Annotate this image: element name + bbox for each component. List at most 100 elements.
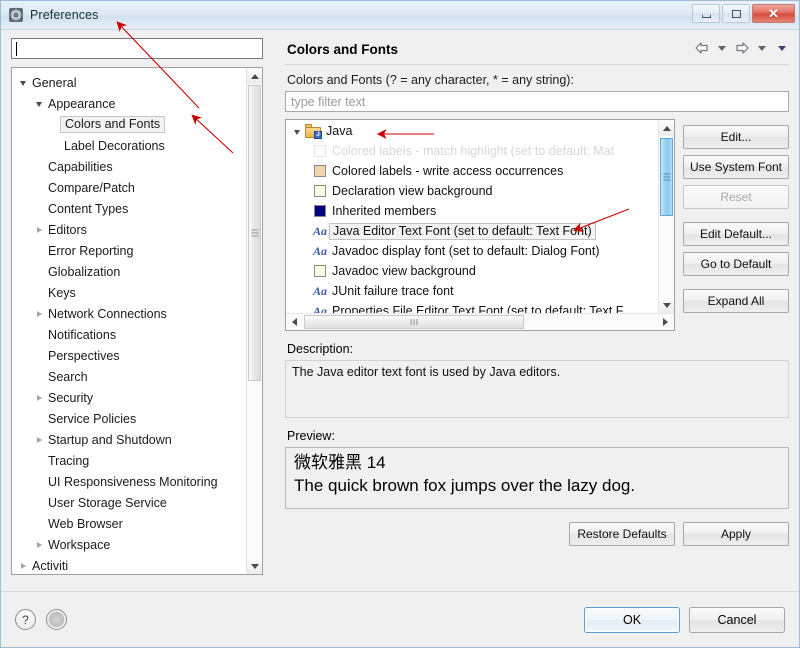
go-to-default-button[interactable]: Go to Default — [683, 252, 789, 276]
preferences-tree[interactable]: General Appearance Colors and Fonts Label D… — [12, 68, 246, 574]
tree-item-security[interactable]: Security — [12, 387, 246, 408]
tree-item-label: Label Decorations — [64, 138, 165, 153]
chevron-down-icon[interactable] — [16, 79, 30, 86]
edit-button[interactable]: Edit... — [683, 125, 789, 149]
restore-defaults-button[interactable]: Restore Defaults — [569, 522, 675, 546]
tree-item-search[interactable]: Search — [12, 366, 246, 387]
tree-item-workspace[interactable]: Workspace — [12, 534, 246, 555]
chevron-right-icon[interactable] — [32, 310, 46, 317]
tree-item-colors-and-fonts[interactable]: Colors and Fonts — [12, 114, 246, 135]
color-swatch — [314, 265, 326, 277]
chevron-right-icon[interactable] — [32, 541, 46, 548]
tree-item-service-policies[interactable]: Service Policies — [12, 408, 246, 429]
tree-item-ui-responsiveness-monitoring[interactable]: UI Responsiveness Monitoring — [12, 471, 246, 492]
help-question-icon[interactable]: ? — [15, 609, 36, 630]
chevron-right-icon[interactable] — [16, 562, 30, 569]
arrow-down-icon — [251, 563, 259, 569]
list-item[interactable]: Inherited members — [286, 201, 658, 221]
tree-item-label: Search — [48, 369, 88, 384]
tree-item-label: Content Types — [48, 201, 129, 216]
cancel-button[interactable]: Cancel — [689, 606, 785, 633]
tree-vertical-scrollbar[interactable] — [246, 68, 262, 574]
forward-arrow-icon[interactable] — [733, 39, 751, 57]
list-scroll-left-button[interactable] — [286, 314, 302, 330]
tree-item-label: Web Browser — [48, 516, 123, 531]
tree-item-label-decorations[interactable]: Label Decorations — [12, 135, 246, 156]
chevron-down-icon[interactable] — [291, 128, 303, 135]
tree-item-network-connections[interactable]: Network Connections — [12, 303, 246, 324]
chevron-down-icon[interactable] — [32, 100, 46, 107]
tree-item-label: Appearance — [48, 96, 116, 111]
tree-item-label: Network Connections — [48, 306, 167, 321]
list-item[interactable]: Colored labels - match highlight (set to… — [286, 141, 658, 161]
tree-item-label: Service Policies — [48, 411, 137, 426]
list-item[interactable]: Aa JUnit failure trace font — [286, 281, 658, 301]
maximize-button[interactable] — [722, 4, 750, 23]
window-title: Preferences — [30, 8, 99, 22]
type-filter-input[interactable]: type filter text — [285, 91, 789, 112]
tree-item-user-storage-service[interactable]: User Storage Service — [12, 492, 246, 513]
tree-item-editors[interactable]: Editors — [12, 219, 246, 240]
colors-and-fonts-list[interactable]: J Java Colored labels - match highlight (s… — [286, 120, 658, 313]
view-menu-chevron-icon[interactable] — [773, 39, 791, 57]
chevron-right-icon[interactable] — [32, 226, 46, 233]
list-scroll-down-button[interactable] — [659, 297, 674, 313]
expand-all-button[interactable]: Expand All — [683, 289, 789, 313]
back-dropdown-chevron-icon[interactable] — [713, 39, 731, 57]
window-controls: ✕ — [692, 4, 795, 23]
tree-item-compare-patch[interactable]: Compare/Patch — [12, 177, 246, 198]
font-aa-icon: Aa — [312, 244, 327, 258]
apply-button[interactable]: Apply — [683, 522, 789, 546]
navigation-toolbar — [693, 39, 791, 57]
list-hscrollbar-thumb[interactable] — [304, 315, 524, 329]
tree-item-content-types[interactable]: Content Types — [12, 198, 246, 219]
tree-scroll-up-button[interactable] — [247, 68, 262, 84]
list-item-label: Declaration view background — [332, 184, 493, 198]
tree-item-keys[interactable]: Keys — [12, 282, 246, 303]
tree-scrollbar-thumb[interactable] — [248, 85, 261, 381]
tree-item-globalization[interactable]: Globalization — [12, 261, 246, 282]
list-item[interactable]: Aa Javadoc display font (set to default: … — [286, 241, 658, 261]
list-item[interactable]: J Java — [286, 121, 658, 141]
chevron-right-icon[interactable] — [32, 394, 46, 401]
title-bar: Preferences ✕ — [1, 1, 799, 30]
tree-item-notifications[interactable]: Notifications — [12, 324, 246, 345]
list-item[interactable]: Colored labels - write access occurrence… — [286, 161, 658, 181]
minimize-button[interactable] — [692, 4, 720, 23]
chevron-right-icon[interactable] — [32, 436, 46, 443]
list-item[interactable]: Declaration view background — [286, 181, 658, 201]
tree-item-web-browser[interactable]: Web Browser — [12, 513, 246, 534]
list-item[interactable]: Javadoc view background — [286, 261, 658, 281]
use-system-font-button[interactable]: Use System Font — [683, 155, 789, 179]
back-arrow-icon[interactable] — [693, 39, 711, 57]
forward-dropdown-chevron-icon[interactable] — [753, 39, 771, 57]
tree-item-label: Colors and Fonts — [60, 116, 166, 133]
tree-item-appearance[interactable]: Appearance — [12, 93, 246, 114]
tree-item-tracing[interactable]: Tracing — [12, 450, 246, 471]
edit-default-button[interactable]: Edit Default... — [683, 222, 789, 246]
tree-item-startup-and-shutdown[interactable]: Startup and Shutdown — [12, 429, 246, 450]
tree-item-error-reporting[interactable]: Error Reporting — [12, 240, 246, 261]
tree-item-perspectives[interactable]: Perspectives — [12, 345, 246, 366]
list-scroll-up-button[interactable] — [659, 120, 674, 136]
tree-item-label: General — [32, 75, 77, 90]
ok-button[interactable]: OK — [584, 606, 680, 633]
list-scrollbar-thumb[interactable] — [660, 138, 673, 216]
list-item-label: Java — [326, 124, 353, 138]
tree-item-activiti[interactable]: Activiti — [12, 555, 246, 574]
description-label: Description: — [287, 342, 353, 356]
tree-item-capabilities[interactable]: Capabilities — [12, 156, 246, 177]
preferences-search-input[interactable] — [11, 38, 263, 59]
list-horizontal-scrollbar[interactable] — [286, 313, 674, 330]
tree-scroll-down-button[interactable] — [247, 558, 262, 574]
list-scroll-right-button[interactable] — [657, 314, 673, 330]
gear-record-icon[interactable] — [46, 609, 67, 630]
close-button[interactable]: ✕ — [752, 4, 795, 23]
list-item[interactable]: Aa Java Editor Text Font (set to default:… — [286, 221, 658, 241]
footer-buttons: OK Cancel — [584, 606, 785, 633]
list-item[interactable]: Aa Properties File Editor Text Font (set … — [286, 301, 658, 313]
reset-button: Reset — [683, 185, 789, 209]
list-vertical-scrollbar[interactable] — [658, 120, 674, 313]
tree-item-general[interactable]: General — [12, 72, 246, 93]
description-box: The Java editor text font is used by Jav… — [285, 360, 789, 418]
